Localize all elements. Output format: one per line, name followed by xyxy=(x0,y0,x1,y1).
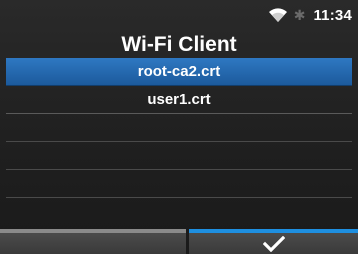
left-softkey[interactable] xyxy=(0,229,186,254)
page-title: Wi-Fi Client xyxy=(121,33,237,56)
list-item-label: user1.crt xyxy=(147,91,211,108)
status-bar: ✱ 11:34 xyxy=(268,0,358,30)
list-item-empty xyxy=(6,114,352,142)
softkey-bar xyxy=(0,229,358,254)
wifi-icon xyxy=(268,8,287,22)
list-item-empty xyxy=(6,170,352,198)
list-item-label: root-ca2.crt xyxy=(137,63,221,80)
certificate-list: root-ca2.crt user1.crt xyxy=(6,58,352,198)
checkmark-icon xyxy=(262,235,285,252)
bluetooth-icon: ✱ xyxy=(293,7,306,23)
left-softkey-indicator xyxy=(0,229,186,233)
confirm-softkey-indicator xyxy=(189,229,358,233)
list-item-empty xyxy=(6,142,352,170)
clock: 11:34 xyxy=(313,6,352,24)
printer-screen: ✱ 11:34 Wi-Fi Client root-ca2.crt user1.… xyxy=(0,0,358,254)
list-item-root-ca2[interactable]: root-ca2.crt xyxy=(6,58,352,86)
confirm-softkey[interactable] xyxy=(189,229,358,254)
list-item-user1[interactable]: user1.crt xyxy=(6,86,352,114)
